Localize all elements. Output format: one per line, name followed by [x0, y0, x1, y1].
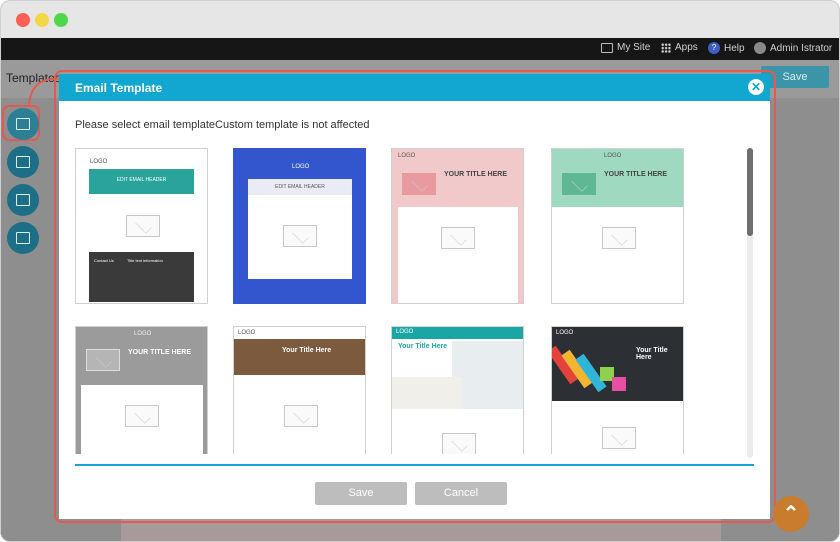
template-header-band: EDIT EMAIL HEADER [248, 179, 352, 195]
template-logo: LOGO [556, 330, 574, 336]
monitor-icon [601, 42, 613, 53]
template-title: YOUR TITLE HERE [128, 349, 192, 356]
template-grid: LOGO EDIT EMAIL HEADER Contact Us Title … [75, 148, 735, 454]
envelope-icon [441, 227, 475, 249]
minimize-window-button[interactable] [35, 13, 49, 27]
template-header-band: EDIT EMAIL HEADER [89, 169, 194, 194]
cancel-button[interactable]: Cancel [415, 482, 507, 505]
dialog-title: Email Template [75, 81, 163, 95]
chevron-up-icon: ⌃ [782, 503, 800, 525]
user-menu[interactable]: Admin Istrator [754, 42, 832, 54]
help-icon: ? [708, 42, 720, 54]
template-card[interactable]: LOGO EDIT EMAIL HEADER Contact Us Title … [75, 148, 208, 304]
envelope-icon [283, 225, 317, 247]
template-footer: Contact Us Title text information [89, 252, 194, 302]
envelope-icon [602, 227, 636, 249]
image-tool-button[interactable] [7, 146, 39, 178]
window-titlebar [1, 1, 839, 38]
apps-grid-icon [661, 42, 671, 53]
template-top-band: LOGO [392, 327, 523, 339]
dialog-header: Email Template ✕ [59, 74, 770, 101]
my-site-link[interactable]: My Site [601, 42, 650, 53]
template-footer-heading: Contact Us [94, 258, 114, 263]
template-logo: LOGO [238, 330, 256, 336]
template-title: Your Title Here [282, 347, 332, 354]
template-logo: LOGO [604, 153, 622, 159]
envelope-icon [86, 349, 120, 371]
template-card[interactable]: LOGO Your Title Here [391, 326, 524, 454]
template-body [398, 207, 518, 303]
template-photo [392, 377, 462, 409]
template-logo: LOGO [398, 153, 416, 159]
envelope-icon [126, 215, 160, 237]
layout-icon [16, 118, 30, 130]
avatar [754, 42, 766, 54]
template-card[interactable]: LOGO Your Title Here [233, 326, 366, 454]
template-header-image: Your Title Here [234, 339, 365, 375]
dialog-instruction: Please select email templateCustom templ… [75, 119, 370, 131]
template-logo: LOGO [396, 329, 414, 335]
scroll-to-top-button[interactable]: ⌃ [773, 496, 809, 532]
template-card[interactable]: LOGO YOUR TITLE HERE [391, 148, 524, 304]
template-body [81, 385, 203, 454]
app-window: My Site Apps ? Help Admin Istrator Templ… [0, 0, 840, 542]
template-title: YOUR TITLE HERE [444, 171, 508, 178]
template-tool-button[interactable] [7, 108, 39, 140]
footer-tool-button[interactable] [7, 222, 39, 254]
envelope-icon [442, 433, 476, 454]
template-title: YOUR TITLE HERE [604, 171, 668, 178]
template-header-image: LOGO Your Title Here [552, 327, 683, 401]
template-title: Your Title Here [398, 343, 448, 350]
close-window-button[interactable] [16, 13, 30, 27]
template-footer-title: Title text information [127, 258, 163, 263]
apps-link[interactable]: Apps [661, 42, 698, 53]
header-tool-button[interactable] [7, 184, 39, 216]
footer-block-icon [16, 232, 30, 244]
template-header-text: EDIT EMAIL HEADER [275, 184, 325, 190]
close-icon[interactable]: ✕ [748, 79, 764, 95]
help-link[interactable]: ? Help [708, 42, 745, 54]
template-logo: LOGO [134, 331, 152, 337]
email-template-dialog: Email Template ✕ Please select email tem… [59, 74, 770, 519]
envelope-icon [284, 405, 318, 427]
envelope-icon [125, 405, 159, 427]
template-card[interactable]: LOGO EDIT EMAIL HEADER [233, 148, 366, 304]
scrollbar-thumb[interactable] [747, 148, 753, 236]
envelope-icon [402, 173, 436, 195]
template-body [552, 207, 683, 303]
template-logo: LOGO [292, 164, 310, 170]
image-icon [16, 156, 30, 168]
save-button[interactable]: Save [315, 482, 407, 505]
dialog-divider [75, 464, 754, 466]
envelope-icon [602, 427, 636, 449]
template-card[interactable]: LOGO YOUR TITLE HERE [75, 326, 208, 454]
maximize-window-button[interactable] [54, 13, 68, 27]
template-photo [452, 341, 523, 409]
template-scrollbar[interactable] [747, 148, 753, 458]
template-card[interactable]: LOGO Your Title Here [551, 326, 684, 454]
envelope-icon [562, 173, 596, 195]
template-body [248, 195, 352, 279]
template-logo: LOGO [90, 159, 108, 165]
template-card[interactable]: LOGO YOUR TITLE HERE [551, 148, 684, 304]
header-block-icon [16, 194, 30, 206]
template-header-text: EDIT EMAIL HEADER [116, 177, 167, 183]
top-navigation-bar: My Site Apps ? Help Admin Istrator [1, 38, 839, 60]
template-title: Your Title Here [636, 347, 668, 361]
